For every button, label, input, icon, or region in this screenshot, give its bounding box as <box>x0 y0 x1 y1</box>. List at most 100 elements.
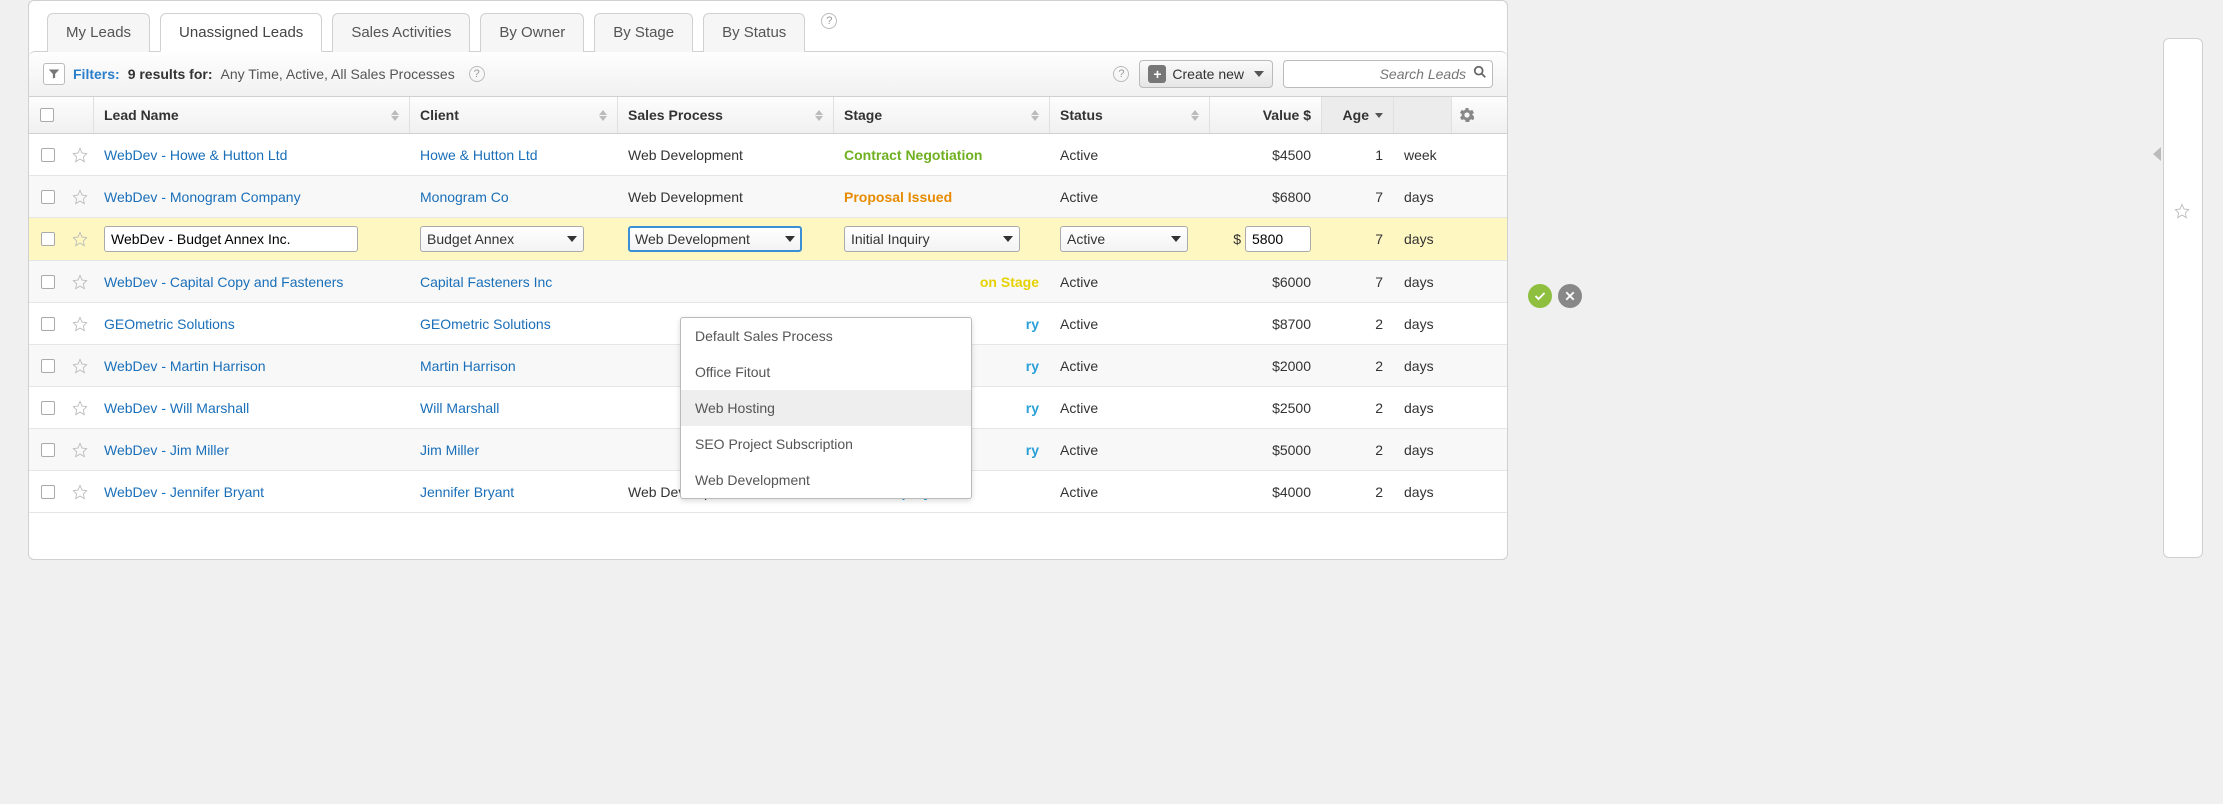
checkbox-icon <box>40 108 54 122</box>
col-label: Sales Process <box>628 107 723 123</box>
tab-by-owner[interactable]: By Owner <box>480 13 584 52</box>
col-sales-process[interactable]: Sales Process <box>617 97 833 133</box>
lead-name-link[interactable]: WebDev - Jim Miller <box>104 442 229 458</box>
star-icon[interactable] <box>72 231 88 247</box>
dropdown-item[interactable]: Web Development <box>681 462 971 498</box>
tab-my-leads[interactable]: My Leads <box>47 13 150 52</box>
star-icon[interactable] <box>72 316 88 332</box>
client-link[interactable]: Monogram Co <box>420 189 509 205</box>
row-checkbox[interactable] <box>41 317 55 331</box>
star-icon[interactable] <box>72 189 88 205</box>
client-link[interactable]: GEOmetric Solutions <box>420 316 551 332</box>
status-select[interactable]: Active <box>1060 226 1188 252</box>
create-new-button[interactable]: + Create new <box>1139 60 1273 88</box>
client-link[interactable]: Jennifer Bryant <box>420 484 514 500</box>
tab-by-stage[interactable]: By Stage <box>594 13 693 52</box>
row-checkbox[interactable] <box>41 232 55 246</box>
side-panel <box>2163 38 2203 558</box>
client-link[interactable]: Howe & Hutton Ltd <box>420 147 538 163</box>
lead-name-link[interactable]: WebDev - Martin Harrison <box>104 358 266 374</box>
dropdown-item[interactable]: Office Fitout <box>681 354 971 390</box>
filter-funnel-button[interactable] <box>43 63 65 85</box>
col-lead-name[interactable]: Lead Name <box>93 97 409 133</box>
sort-icon <box>599 110 607 121</box>
age-value: 7 <box>1375 231 1383 247</box>
filters-label: Filters: <box>73 66 120 82</box>
row-checkbox[interactable] <box>41 401 55 415</box>
column-settings-button[interactable] <box>1451 97 1481 133</box>
row-checkbox[interactable] <box>41 443 55 457</box>
help-icon[interactable]: ? <box>469 66 485 82</box>
col-select-all[interactable] <box>29 97 65 133</box>
tab-by-status[interactable]: By Status <box>703 13 805 52</box>
status-text: Active <box>1060 189 1098 205</box>
star-icon[interactable] <box>72 358 88 374</box>
search-icon <box>1473 65 1487 82</box>
client-link[interactable]: Will Marshall <box>420 400 499 416</box>
col-value[interactable]: Value $ <box>1209 97 1321 133</box>
lead-name-link[interactable]: WebDev - Capital Copy and Fasteners <box>104 274 343 290</box>
row-checkbox[interactable] <box>41 148 55 162</box>
col-stage[interactable]: Stage <box>833 97 1049 133</box>
sales-process-select[interactable]: Web Development <box>628 226 802 252</box>
row-checkbox[interactable] <box>41 190 55 204</box>
col-client[interactable]: Client <box>409 97 617 133</box>
lead-name-link[interactable]: GEOmetric Solutions <box>104 316 235 332</box>
col-status[interactable]: Status <box>1049 97 1209 133</box>
value-text: $2500 <box>1272 400 1311 416</box>
age-unit: days <box>1404 231 1434 247</box>
chevron-down-icon <box>567 236 577 242</box>
row-checkbox[interactable] <box>41 485 55 499</box>
row-checkbox[interactable] <box>41 275 55 289</box>
filters-text: Any Time, Active, All Sales Processes <box>221 66 455 82</box>
dropdown-item[interactable]: Web Hosting <box>681 390 971 426</box>
client-link[interactable]: Martin Harrison <box>420 358 516 374</box>
select-value: Active <box>1067 231 1105 247</box>
client-select[interactable]: Budget Annex <box>420 226 584 252</box>
help-icon[interactable]: ? <box>821 13 837 29</box>
funnel-icon <box>48 68 60 80</box>
confirm-edit-button[interactable] <box>1528 284 1552 308</box>
lead-name-link[interactable]: WebDev - Jennifer Bryant <box>104 484 264 500</box>
tab-label: Unassigned Leads <box>179 24 303 41</box>
lead-name-input[interactable] <box>104 226 358 252</box>
value-text: $6000 <box>1272 274 1311 290</box>
col-label: Value $ <box>1263 107 1311 123</box>
value-input[interactable] <box>1245 226 1311 252</box>
age-unit: days <box>1404 316 1434 332</box>
tab-sales-activities[interactable]: Sales Activities <box>332 13 470 52</box>
star-icon[interactable] <box>72 400 88 416</box>
stage-select[interactable]: Initial Inquiry <box>844 226 1020 252</box>
star-icon[interactable] <box>72 442 88 458</box>
client-link[interactable]: Capital Fasteners Inc <box>420 274 552 290</box>
client-link[interactable]: Jim Miller <box>420 442 479 458</box>
lead-name-link[interactable]: WebDev - Will Marshall <box>104 400 249 416</box>
dropdown-item[interactable]: SEO Project Subscription <box>681 426 971 462</box>
stage-text: ry <box>1026 358 1039 374</box>
value-text: $4500 <box>1272 147 1311 163</box>
search-input[interactable] <box>1283 60 1493 88</box>
help-icon[interactable]: ? <box>1113 66 1129 82</box>
status-text: Active <box>1060 274 1098 290</box>
lead-name-link[interactable]: WebDev - Howe & Hutton Ltd <box>104 147 287 163</box>
tab-label: By Stage <box>613 24 674 41</box>
star-icon[interactable] <box>72 484 88 500</box>
tab-label: Sales Activities <box>351 24 451 41</box>
age-unit: days <box>1404 442 1434 458</box>
col-age[interactable]: Age <box>1321 97 1393 133</box>
age-unit: days <box>1404 189 1434 205</box>
tab-unassigned-leads[interactable]: Unassigned Leads <box>160 13 322 52</box>
star-icon[interactable] <box>72 147 88 163</box>
star-icon[interactable] <box>72 274 88 290</box>
star-icon[interactable] <box>2174 203 2190 219</box>
row-checkbox[interactable] <box>41 359 55 373</box>
status-text: Active <box>1060 358 1098 374</box>
lead-name-link[interactable]: WebDev - Monogram Company <box>104 189 301 205</box>
currency-prefix: $ <box>1233 231 1241 247</box>
expand-left-icon[interactable] <box>2153 147 2161 161</box>
plus-icon: + <box>1148 65 1166 83</box>
cancel-edit-button[interactable] <box>1558 284 1582 308</box>
sort-icon <box>1031 110 1039 121</box>
dropdown-item[interactable]: Default Sales Process <box>681 318 971 354</box>
tab-label: By Owner <box>499 24 565 41</box>
